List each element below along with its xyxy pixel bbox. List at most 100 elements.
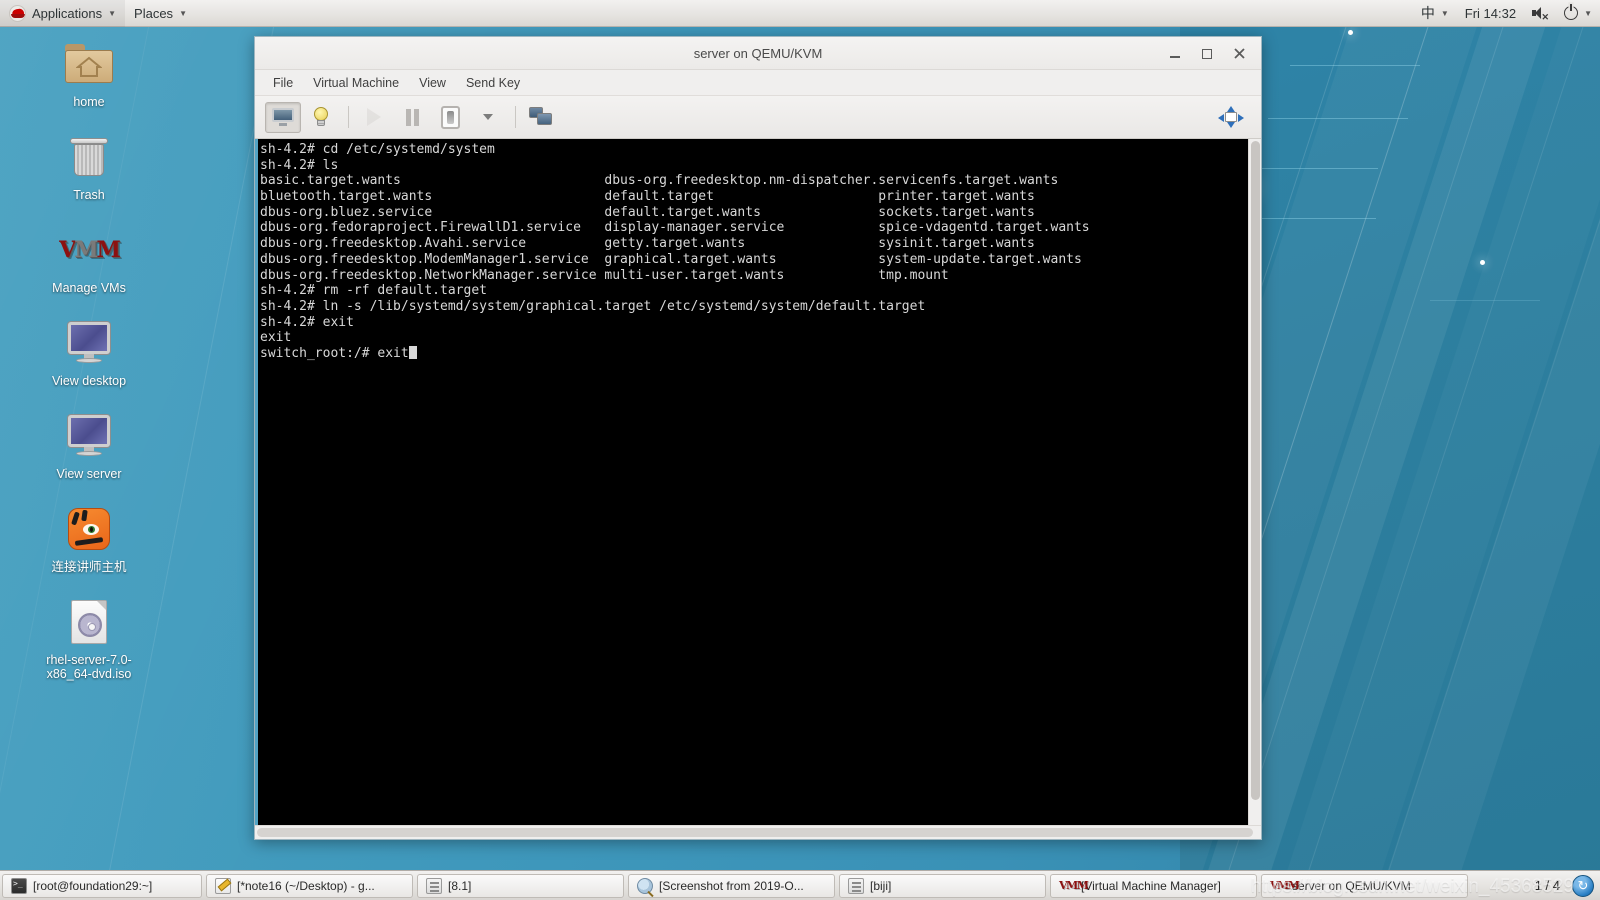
desktop-icon-connect-instructor[interactable]: 连接讲师主机 xyxy=(34,503,144,574)
terminal-line: sh-4.2# rm -rf default.target xyxy=(260,283,487,299)
scrollbar-thumb[interactable] xyxy=(1251,141,1260,800)
power-switch-icon xyxy=(440,105,460,129)
menu-view[interactable]: View xyxy=(409,73,456,93)
shutdown-button[interactable] xyxy=(432,102,468,133)
terminal-line: dbus-org.bluez.service default.target.wa… xyxy=(260,204,1035,220)
taskbar: [root@foundation29:~] [*note16 (~/Desktop… xyxy=(0,870,1600,900)
console-view-button[interactable] xyxy=(265,101,301,133)
taskbar-item[interactable]: [8.1] xyxy=(417,873,624,898)
terminal-icon xyxy=(11,877,27,894)
shutdown-menu-button[interactable] xyxy=(470,102,506,133)
vm-toolbar xyxy=(255,96,1261,139)
top-panel-tray: 中 ▼ Fri 14:32 ✕ ▼ xyxy=(1413,0,1600,27)
workspace-indicator[interactable]: 1 / 4 xyxy=(1529,878,1566,893)
places-label: Places xyxy=(134,5,174,21)
files-icon xyxy=(848,877,864,894)
vm-horizontal-scrollbar[interactable] xyxy=(255,825,1261,839)
menu-virtual-machine[interactable]: Virtual Machine xyxy=(303,73,409,93)
desktop-icon-grid: home Trash VMM Manage VMs View desktop V… xyxy=(34,38,144,703)
taskbar-item[interactable]: VMM server on QEMU/KVM xyxy=(1261,873,1468,898)
minimize-button[interactable] xyxy=(1161,42,1189,66)
terminal-line: bluetooth.target.wants default.target pr… xyxy=(260,189,1035,205)
vm-menubar: File Virtual Machine View Send Key xyxy=(255,70,1261,96)
taskbar-window-list: [root@foundation29:~] [*note16 (~/Desktop… xyxy=(0,873,1470,898)
menu-file[interactable]: File xyxy=(263,73,303,93)
sync-circle-icon[interactable] xyxy=(1572,874,1594,897)
scrollbar-thumb[interactable] xyxy=(257,828,1253,837)
trash-icon xyxy=(63,131,115,183)
chevron-down-icon xyxy=(483,114,493,120)
taskbar-item[interactable]: [biji] xyxy=(839,873,1046,898)
home-folder-icon xyxy=(63,38,115,90)
desktop-icon-rhel-iso[interactable]: rhel-server-7.0-x86_64-dvd.iso xyxy=(34,596,144,681)
vm-guest-console[interactable]: sh-4.2# cd /etc/systemd/system sh-4.2# ls… xyxy=(258,139,1248,825)
menu-send-key[interactable]: Send Key xyxy=(456,73,530,93)
monitor-icon xyxy=(63,317,115,369)
details-view-button[interactable] xyxy=(303,102,339,133)
iso-disc-icon xyxy=(63,596,115,648)
power-icon xyxy=(1564,4,1579,20)
volume-button[interactable]: ✕ xyxy=(1524,0,1556,27)
maximize-button[interactable] xyxy=(1193,42,1221,66)
virt-manager-icon: VMM xyxy=(1059,878,1089,892)
close-icon xyxy=(1233,48,1245,59)
system-menu-button[interactable]: ▼ xyxy=(1556,0,1600,27)
pause-button[interactable] xyxy=(394,102,430,133)
taskbar-item[interactable]: VMM [Virtual Machine Manager] xyxy=(1050,873,1257,898)
desktop-icon-label: 连接讲师主机 xyxy=(51,560,127,574)
run-button[interactable] xyxy=(356,102,392,133)
desktop-icon-trash[interactable]: Trash xyxy=(34,131,144,202)
taskbar-item-label: server on QEMU/KVM xyxy=(1292,878,1411,893)
terminal-line: sh-4.2# cd /etc/systemd/system xyxy=(260,142,495,157)
close-button[interactable] xyxy=(1225,42,1253,66)
taskbar-item[interactable]: [Screenshot from 2019-O... xyxy=(628,873,835,898)
snapshots-button[interactable] xyxy=(523,102,559,133)
redhat-logo-icon xyxy=(9,4,26,22)
vm-window-title: server on QEMU/KVM xyxy=(693,45,823,61)
taskbar-item[interactable]: [root@foundation29:~] xyxy=(2,873,202,898)
terminal-line: exit xyxy=(260,330,292,346)
toolbar-separator xyxy=(515,106,516,128)
italc-tiger-icon xyxy=(63,503,115,555)
lightbulb-icon xyxy=(312,107,330,127)
places-menu[interactable]: Places ▼ xyxy=(125,0,196,27)
gedit-icon xyxy=(215,877,231,894)
terminal-line: sh-4.2# exit xyxy=(260,314,354,330)
desktop-icon-manage-vms[interactable]: VMM Manage VMs xyxy=(34,224,144,295)
vm-vertical-scrollbar[interactable] xyxy=(1248,139,1261,825)
desktop-icon-view-server[interactable]: View server xyxy=(34,410,144,481)
taskbar-item-label: [root@foundation29:~] xyxy=(33,878,153,893)
desktop-icon-home[interactable]: home xyxy=(34,38,144,109)
clock[interactable]: Fri 14:32 xyxy=(1457,0,1524,27)
terminal-line: dbus-org.freedesktop.ModemManager1.servi… xyxy=(260,251,1082,267)
terminal-line: sh-4.2# ln -s /lib/systemd/system/graphi… xyxy=(260,298,926,314)
top-panel: Applications ▼ Places ▼ 中 ▼ Fri 14:32 ✕ … xyxy=(0,0,1600,27)
taskbar-item[interactable]: [*note16 (~/Desktop) - g... xyxy=(206,873,413,898)
desktop-icon-label: Manage VMs xyxy=(52,281,126,295)
vm-window-titlebar[interactable]: server on QEMU/KVM xyxy=(255,37,1261,70)
desktop-icon-label: View server xyxy=(56,467,122,481)
clock-label: Fri 14:32 xyxy=(1464,5,1517,21)
desktop-icon-label: home xyxy=(73,95,105,109)
terminal-line: dbus-org.fedoraproject.FirewallD1.servic… xyxy=(260,220,1090,236)
files-icon xyxy=(426,877,442,894)
taskbar-tray: 1 / 4 xyxy=(1529,874,1600,897)
input-method-label: 中 xyxy=(1420,6,1435,22)
input-method-indicator[interactable]: 中 ▼ xyxy=(1413,0,1457,27)
fullscreen-button[interactable] xyxy=(1213,102,1249,133)
screens-icon xyxy=(529,107,553,127)
desktop-icon-label: View desktop xyxy=(51,374,127,388)
desktop-icon-view-desktop[interactable]: View desktop xyxy=(34,317,144,388)
applications-menu[interactable]: Applications ▼ xyxy=(0,0,126,27)
desktop-icon-label: Trash xyxy=(73,188,105,202)
terminal-line: sh-4.2# ls xyxy=(260,157,339,173)
taskbar-item-label: [*note16 (~/Desktop) - g... xyxy=(237,878,375,893)
taskbar-item-label: [Virtual Machine Manager] xyxy=(1081,878,1221,893)
virt-manager-icon: VMM xyxy=(59,237,121,263)
console-icon xyxy=(272,108,294,126)
chevron-down-icon: ▼ xyxy=(179,8,187,18)
chevron-down-icon: ▼ xyxy=(108,8,117,18)
resize-arrows-icon xyxy=(1218,106,1244,128)
play-icon xyxy=(367,108,381,126)
chevron-down-icon: ▼ xyxy=(1584,8,1592,18)
